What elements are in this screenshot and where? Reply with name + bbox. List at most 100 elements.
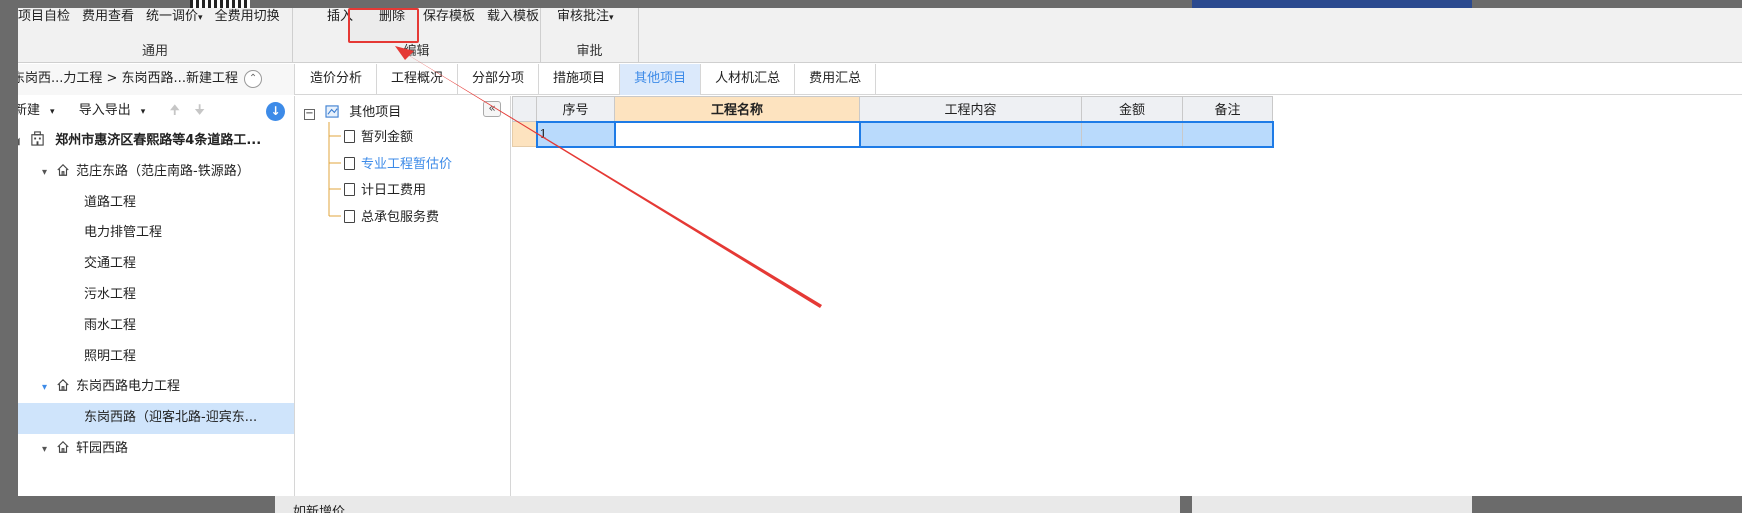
other-items-child[interactable]: 计日工费用 — [344, 179, 426, 198]
home-icon — [57, 440, 69, 453]
collapse-icon[interactable]: − — [304, 109, 315, 120]
column-header[interactable]: 备注 — [1182, 96, 1273, 122]
app-window: 项目自检 费用查看 统一调价▾ 全费用切换 通用 插入 删除 保存模板 载入模板… — [18, 8, 1742, 496]
full-cost-switch-button[interactable]: 全费用切换 — [209, 8, 286, 30]
review-comment-button[interactable]: 审核批注▾ — [551, 8, 620, 30]
data-table: 序号 工程名称 工程内容 金额 备注 1 — [512, 96, 1274, 148]
background-qr-fragment — [190, 0, 250, 8]
background-panel — [1192, 495, 1472, 513]
corner-cell[interactable] — [512, 96, 537, 122]
tree-item-label: 轩园西路 — [76, 440, 129, 456]
tree-item-label: 东岗西路（迎客北路-迎宾东... — [84, 410, 258, 426]
tree-root[interactable]: ◢ 郑州市惠济区春熙路等4条道路工... — [18, 126, 294, 157]
tree-item-label: 道路工程 — [84, 194, 137, 210]
new-button[interactable]: 新建 ▾ — [18, 103, 65, 118]
chevron-down-icon: ▾ — [198, 13, 203, 23]
tab-1[interactable]: 工程概况 — [377, 64, 459, 95]
other-items-child-label: 暂列金额 — [361, 130, 414, 145]
tree-item-label: 交通工程 — [84, 256, 137, 272]
tree-item-label: 范庄东路（范庄南路-铁源路） — [76, 163, 250, 179]
unified-price-button[interactable]: 统一调价▾ — [140, 8, 209, 30]
expand-icon[interactable]: ▾ — [42, 158, 56, 189]
other-items-child[interactable]: 专业工程暂估价 — [344, 153, 452, 172]
load-template-button[interactable]: 载入模板 — [481, 8, 545, 30]
document-icon — [344, 157, 355, 170]
other-items-root-label: 其他项目 — [349, 105, 402, 120]
tree-item[interactable]: ▾ 范庄东路（范庄南路-铁源路） — [18, 157, 294, 188]
tree-item-label: 雨水工程 — [84, 317, 137, 333]
document-icon — [344, 130, 355, 143]
tree-root-label: 郑州市惠济区春熙路等4条道路工... — [55, 133, 262, 148]
expand-icon[interactable]: ◢ — [18, 127, 26, 158]
tab-3[interactable]: 措施项目 — [539, 64, 621, 95]
project-tree-panel: 新建▾ 导入导出▾ 🠉 🠋 ↓ ◢ 郑州市惠济区春熙路等4条道路工... ▾ 范庄… — [18, 96, 295, 496]
import-export-button[interactable]: 导入导出 ▾ — [79, 103, 156, 118]
tree-item[interactable]: 照明工程 — [18, 342, 294, 373]
tab-4[interactable]: 其他项目 — [620, 64, 702, 95]
tab-list: 造价分析 工程概况 分部分项 措施项目 其他项目 人材机汇总 费用汇总 — [296, 64, 877, 95]
tree-item[interactable]: 交通工程 — [18, 249, 294, 280]
other-items-child-label: 总承包服务费 — [361, 210, 440, 225]
document-icon — [344, 210, 355, 223]
collapse-icon[interactable]: ⌃ — [244, 69, 263, 88]
project-check-button[interactable]: 项目自检 — [18, 8, 76, 30]
tree-item-label: 电力排管工程 — [84, 225, 163, 241]
building-icon — [31, 131, 44, 146]
chevron-down-icon: ▾ — [140, 107, 146, 117]
cost-view-button[interactable]: 费用查看 — [76, 8, 140, 30]
other-items-tree: − 其他项目 暂列金额专业工程暂估价计日工费用总承包服务费 « — [296, 96, 511, 496]
table-header-row: 序号 工程名称 工程内容 金额 备注 — [512, 96, 1273, 122]
folder-icon — [325, 105, 339, 118]
tree-item[interactable]: 雨水工程 — [18, 311, 294, 342]
tree-item[interactable]: 污水工程 — [18, 280, 294, 311]
table-row[interactable]: 1 — [512, 120, 1274, 148]
tree-item-label: 污水工程 — [84, 286, 137, 302]
column-header[interactable]: 工程名称 — [614, 96, 860, 122]
background-banner — [1192, 0, 1472, 8]
ribbon-group-approval: 审核批注▾ 审批 — [541, 8, 639, 63]
save-template-button[interactable]: 保存模板 — [417, 8, 481, 30]
cell-content[interactable] — [859, 120, 1082, 148]
tab-2[interactable]: 分部分项 — [458, 64, 540, 95]
cell-name[interactable] — [613, 120, 861, 148]
background-document — [275, 495, 1180, 513]
other-items-grid: 序号 工程名称 工程内容 金额 备注 1 — [512, 96, 1742, 496]
cell-remark[interactable] — [1182, 120, 1274, 148]
chevron-down-icon: ▾ — [609, 13, 614, 23]
background-doc-text: 如新增价 — [293, 505, 346, 513]
tab-0[interactable]: 造价分析 — [296, 64, 378, 95]
other-items-child[interactable]: 暂列金额 — [344, 126, 413, 145]
tab-6[interactable]: 费用汇总 — [795, 64, 877, 95]
home-icon — [57, 379, 69, 392]
other-items-root[interactable]: − 其他项目 — [304, 101, 401, 120]
breadcrumb-text[interactable]: 东岗西...力工程 > 东岗西路...新建工程 — [18, 71, 238, 86]
expand-icon[interactable]: ▾ — [42, 373, 56, 404]
download-icon[interactable]: ↓ — [266, 102, 285, 121]
ribbon-toolbar: 项目自检 费用查看 统一调价▾ 全费用切换 通用 插入 删除 保存模板 载入模板… — [18, 8, 1742, 63]
other-items-child[interactable]: 总承包服务费 — [344, 206, 439, 225]
tree-item[interactable]: ▾ 东岗西路电力工程 — [18, 372, 294, 403]
tab-5[interactable]: 人材机汇总 — [701, 64, 796, 95]
ribbon-group-general: 项目自检 费用查看 统一调价▾ 全费用切换 通用 — [18, 8, 293, 63]
expand-icon[interactable]: ▾ — [42, 435, 56, 466]
column-header[interactable]: 序号 — [536, 96, 615, 122]
ribbon-group-label: 审批 — [576, 44, 603, 59]
chevron-down-icon: ▾ — [50, 107, 55, 117]
tree-item[interactable]: ▾ 轩园西路 — [18, 434, 294, 465]
tree-item-label: 东岗西路电力工程 — [76, 379, 181, 395]
tree-toolbar: 新建 ▾ 导入导出 ▾ 🠉 🠋 ↓ — [18, 96, 294, 126]
other-items-child-label: 专业工程暂估价 — [361, 157, 453, 172]
document-icon — [344, 183, 355, 196]
tab-row: 东岗西...力工程 > 东岗西路...新建工程 ⌃ 造价分析 工程概况 分部分项 措施… — [18, 64, 1742, 95]
arrow-up-icon[interactable]: 🠉 — [169, 103, 180, 118]
collapse-panel-icon[interactable]: « — [483, 101, 501, 117]
cell-no[interactable]: 1 — [535, 120, 615, 148]
tree-item[interactable]: 道路工程 — [18, 188, 294, 219]
column-header[interactable]: 工程内容 — [859, 96, 1082, 122]
column-header[interactable]: 金额 — [1081, 96, 1183, 122]
tree-item[interactable]: 东岗西路（迎客北路-迎宾东... — [18, 403, 294, 434]
cell-amount[interactable] — [1081, 120, 1183, 148]
row-header-cell[interactable] — [512, 121, 537, 147]
tree-item[interactable]: 电力排管工程 — [18, 218, 294, 249]
arrow-down-icon[interactable]: 🠋 — [194, 103, 205, 118]
